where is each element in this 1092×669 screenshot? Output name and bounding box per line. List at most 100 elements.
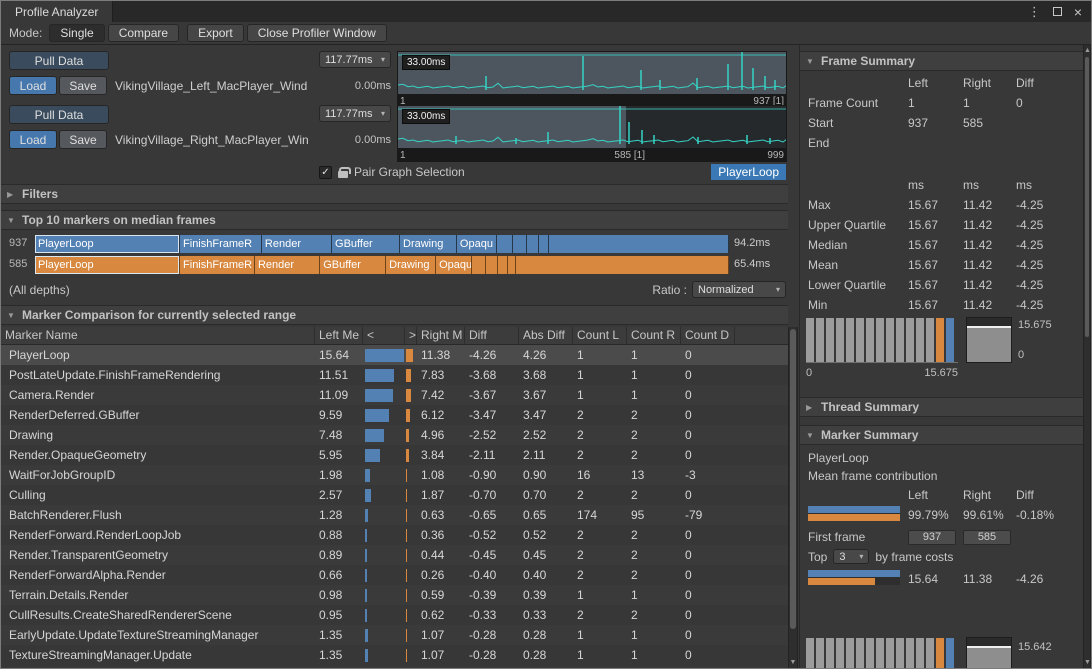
save-button-left[interactable]: Save [59,76,107,95]
top10-segment[interactable] [516,256,729,274]
top10-section-header[interactable]: ▼ Top 10 markers on median frames [1,210,788,230]
top10-segment[interactable]: PlayerLoop [35,256,180,274]
top10-segment[interactable] [513,235,527,253]
top-count-dropdown[interactable]: 3 ▾ [833,549,869,564]
table-row[interactable]: RenderForward.RenderLoopJob0.880.36-0.52… [1,525,788,545]
table-row[interactable]: EarlyUpdate.UpdateTextureStreamingManage… [1,625,788,645]
marker-summary-header[interactable]: ▼ Marker Summary [800,425,1083,445]
contribution-bar-right [808,514,900,521]
ratio-dropdown[interactable]: Normalized ▾ [692,281,786,298]
column-header-diff[interactable]: Diff [465,327,519,344]
close-icon[interactable]: × [1074,7,1082,17]
left-range-max-dropdown[interactable]: 117.77ms ▾ [319,51,391,68]
first-frame-left-button[interactable]: 937 [908,530,956,545]
table-row[interactable]: RenderDeferred.GBuffer9.596.12-3.473.472… [1,405,788,425]
top10-segment[interactable]: Drawing [386,256,436,274]
load-button-right[interactable]: Load [9,130,57,149]
load-button-left[interactable]: Load [9,76,57,95]
column-header-marker-name[interactable]: Marker Name [1,327,315,344]
tab-profile-analyzer[interactable]: Profile Analyzer [1,1,113,22]
table-row[interactable]: Camera.Render11.097.42-3.673.67110 [1,385,788,405]
top10-bar-left: PlayerLoopFinishFrameRRenderGBufferDrawi… [35,235,729,253]
column-header-count-diff[interactable]: Count D [681,327,735,344]
marker-summary-histogram[interactable] [806,637,958,668]
scroll-down-icon[interactable]: ▼ [1084,659,1090,666]
scrollbar-thumb[interactable] [1085,57,1089,337]
histogram-bar [936,638,944,668]
histogram-bar [816,318,824,362]
table-row[interactable]: Drawing7.484.96-2.522.52220 [1,425,788,445]
top10-segment[interactable]: FinishFrameR [180,235,262,253]
scrollbar-thumb[interactable] [790,329,796,629]
top10-segment[interactable] [549,235,729,253]
table-row[interactable]: CullResults.CreateSharedRendererScene0.9… [1,605,788,625]
scroll-up-icon[interactable]: ▲ [1084,47,1090,54]
top10-segment[interactable] [539,235,549,253]
top10-segment[interactable] [508,256,516,274]
histogram-bar [936,318,944,362]
col-right: Right [963,488,1016,502]
pull-data-button-right[interactable]: Pull Data [9,105,109,124]
table-row[interactable]: Culling2.571.87-0.700.70220 [1,485,788,505]
frame-graph-right[interactable]: 33.00ms [397,105,787,149]
top10-segment[interactable] [527,235,539,253]
top10-segment[interactable]: Opaqu [436,256,472,274]
export-button[interactable]: Export [187,24,244,42]
top10-segment[interactable] [472,256,486,274]
table-row[interactable]: PostLateUpdate.FinishFrameRendering11.51… [1,365,788,385]
frame-summary-header[interactable]: ▼ Frame Summary [800,51,1083,71]
top10-segment[interactable]: Render [255,256,320,274]
first-frame-right-button[interactable]: 585 [963,530,1011,545]
histogram-bar [926,318,934,362]
left-table-scrollbar[interactable]: ▼ [788,327,798,668]
mode-compare-button[interactable]: Compare [108,24,179,42]
column-header-count-right[interactable]: Count R [627,327,681,344]
pair-graph-selection-checkbox[interactable]: ✓ [319,166,332,179]
top10-segment[interactable] [498,256,508,274]
filters-section-header[interactable]: ▶ Filters [1,184,788,204]
scroll-down-icon[interactable]: ▼ [789,659,797,666]
top10-segment[interactable]: FinishFrameR [180,256,255,274]
column-header-right-bar[interactable]: > [405,327,417,344]
close-profiler-window-button[interactable]: Close Profiler Window [247,24,387,42]
lock-icon[interactable] [338,171,348,178]
column-header-right-median[interactable]: Right M [417,327,465,344]
table-row[interactable]: TextureStreamingManager.Update1.351.07-0… [1,645,788,665]
table-row[interactable]: Render.OpaqueGeometry5.953.84-2.112.1122… [1,445,788,465]
table-row[interactable]: BatchRenderer.Flush1.280.63-0.650.651749… [1,505,788,525]
selected-marker-chip[interactable]: PlayerLoop [711,164,786,180]
top10-segment[interactable] [497,235,513,253]
table-row[interactable]: PlayerLoop15.6411.38-4.264.26110 [1,345,788,365]
frame-summary-histogram[interactable] [806,317,958,363]
table-row[interactable]: WaitForJobGroupID1.981.08-0.900.901613-3 [1,465,788,485]
pull-data-button-left[interactable]: Pull Data [9,51,109,70]
top10-segment[interactable]: GBuffer [332,235,400,253]
table-row[interactable]: Render.TransparentGeometry0.890.44-0.450… [1,545,788,565]
table-row[interactable]: Terrain.Details.Render0.980.59-0.390.391… [1,585,788,605]
column-header-left-bar[interactable]: < [363,327,405,344]
kebab-menu-icon[interactable]: ⋮ [1028,4,1041,20]
top10-segment[interactable]: PlayerLoop [35,235,180,253]
column-header-abs-diff[interactable]: Abs Diff [519,327,573,344]
thread-summary-header[interactable]: ▶ Thread Summary [800,397,1083,417]
table-row[interactable]: RenderForwardAlpha.Render0.660.26-0.400.… [1,565,788,585]
foldout-closed-icon: ▶ [7,190,17,199]
column-header-count-left[interactable]: Count L [573,327,627,344]
top10-segment[interactable]: Drawing [400,235,457,253]
top10-segment[interactable]: Render [262,235,332,253]
unit-ms: ms [908,178,963,192]
top10-segment[interactable] [486,256,498,274]
right-pane-scrollbar[interactable]: ▲ ▼ [1083,45,1091,668]
frame-graph-left[interactable]: 33.00ms [397,51,787,95]
top10-segment[interactable]: Opaqu [457,235,497,253]
mode-single-button[interactable]: Single [49,24,104,42]
unit-ms: ms [1016,178,1083,192]
maximize-icon[interactable] [1053,7,1062,16]
summary-row: Lower Quartile15.6711.42-4.25 [800,275,1083,295]
histogram-bar [896,638,904,668]
right-range-max-dropdown[interactable]: 117.77ms ▾ [319,105,391,122]
top10-segment[interactable]: GBuffer [320,256,386,274]
save-button-right[interactable]: Save [59,130,107,149]
comparison-section-header[interactable]: ▼ Marker Comparison for currently select… [1,305,788,325]
column-header-left-median[interactable]: Left Me [315,327,363,344]
